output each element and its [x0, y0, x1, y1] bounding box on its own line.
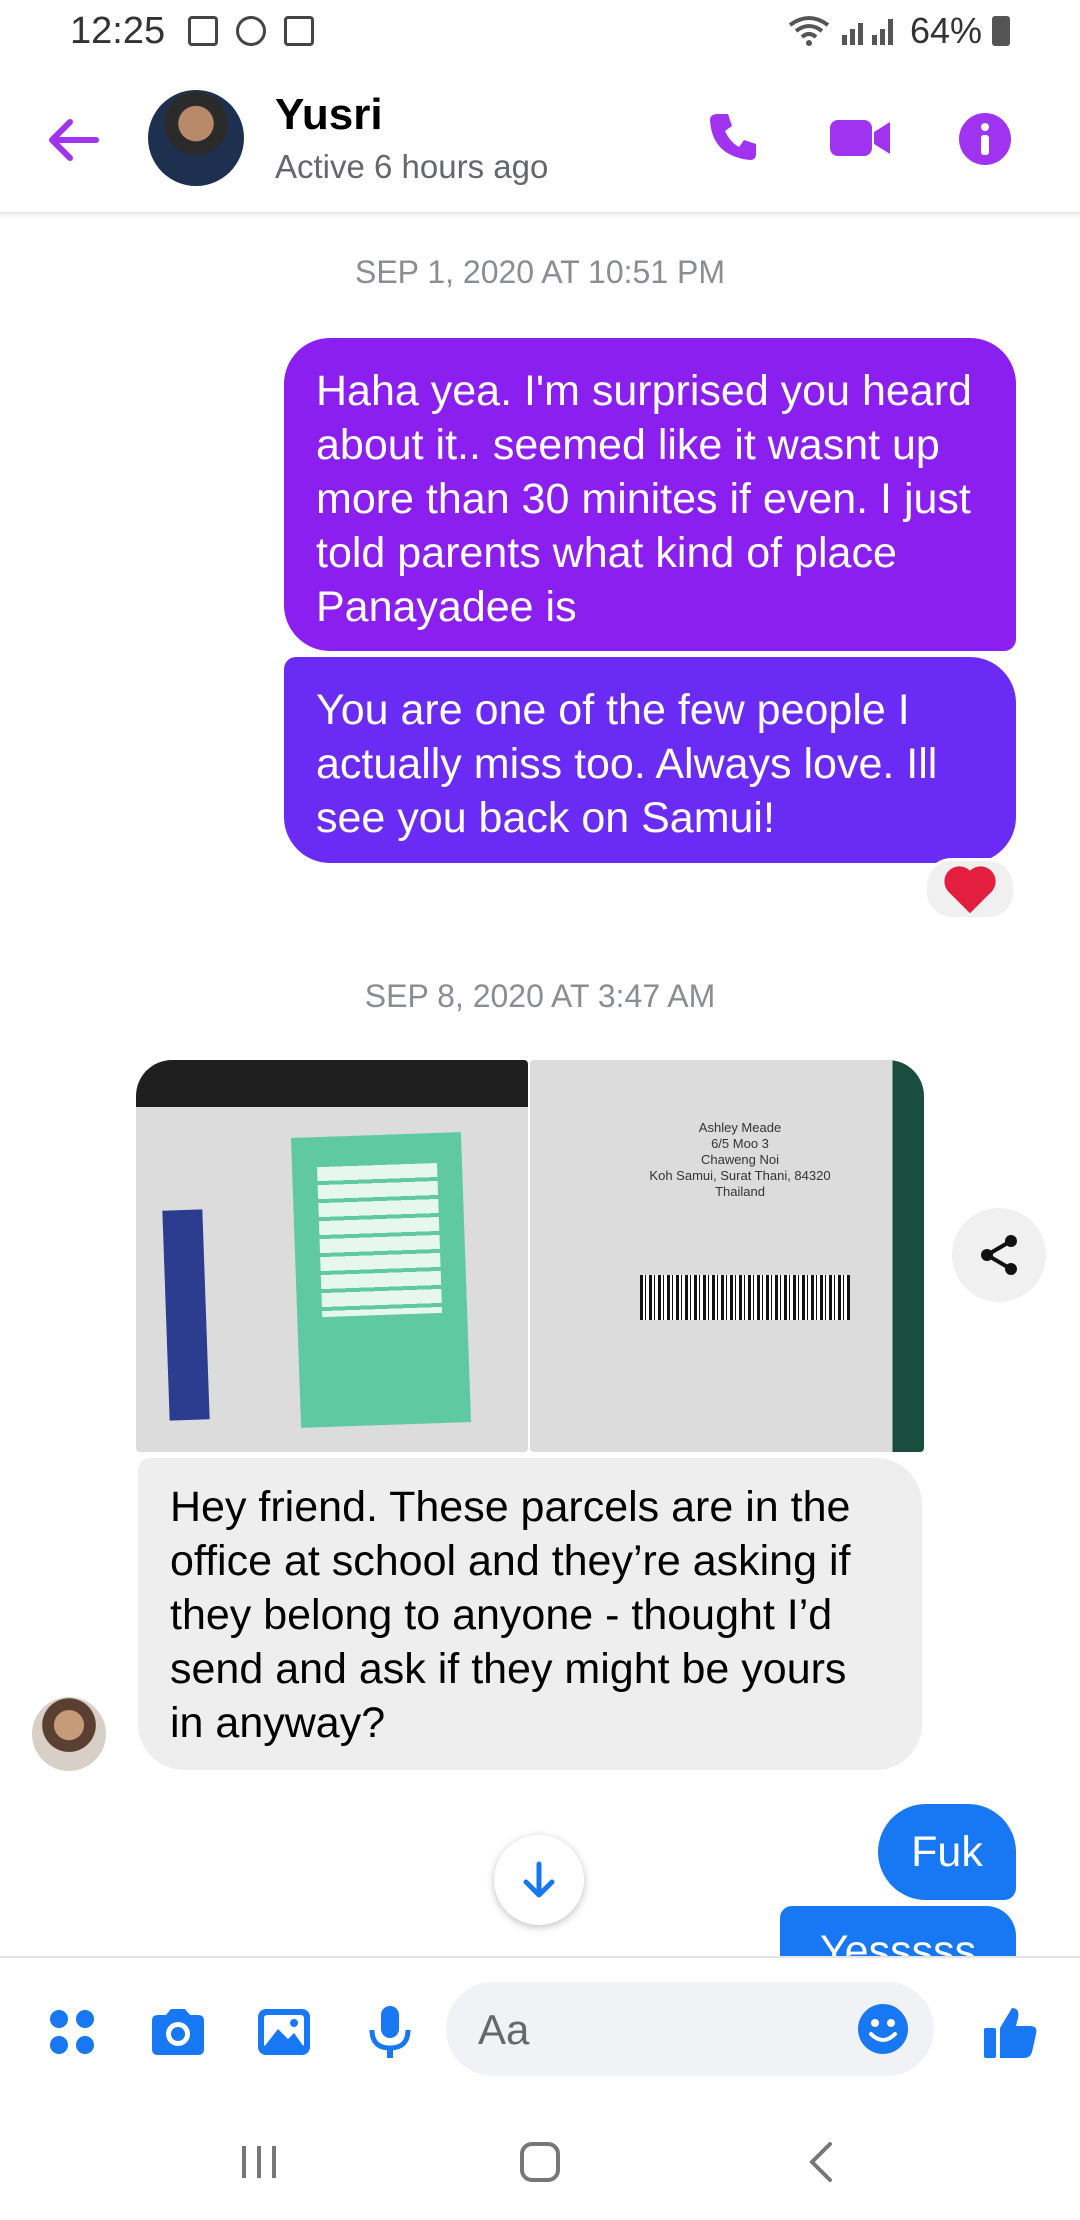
priority-label-graphic [162, 1209, 210, 1421]
arrow-down-icon [523, 1861, 555, 1898]
share-button[interactable] [952, 1208, 1046, 1302]
status-time: 12:25 [70, 10, 166, 52]
heart-icon [948, 870, 992, 914]
four-dots-icon [50, 2010, 94, 2054]
share-icon [981, 1235, 1017, 1275]
sent-message-bubble[interactable]: Fuk [878, 1804, 1016, 1900]
barcode-graphic [640, 1275, 850, 1320]
sender-avatar [32, 1697, 106, 1771]
message-input-placeholder: Aa [478, 2006, 530, 2053]
parcel-address: Ashley Meade 6/5 Moo 3 Chaweng Noi Koh S… [649, 1120, 831, 1199]
back-icon[interactable] [806, 2140, 836, 2184]
contact-active-status: Active 6 hours ago [275, 148, 549, 185]
conversation-header: Yusri Active 6 hours ago [0, 70, 1080, 214]
camera-button[interactable] [148, 2002, 208, 2062]
back-arrow-icon[interactable] [46, 118, 100, 162]
photo-attachment[interactable]: Ashley Meade 6/5 Moo 3 Chaweng Noi Koh S… [530, 1060, 924, 1452]
wifi-icon [788, 16, 830, 46]
customs-form-graphic [290, 1132, 472, 1428]
alarm-notification-icon [284, 16, 314, 46]
gallery-notification-icon [188, 16, 218, 46]
image-icon [258, 2009, 310, 2055]
contact-avatar[interactable] [148, 90, 244, 186]
message-composer: Aa [0, 1956, 1080, 2108]
battery-percent: 64% [909, 10, 982, 51]
home-icon[interactable] [518, 2140, 562, 2184]
system-navigation-bar [0, 2106, 1080, 2220]
signal-icon [841, 19, 893, 45]
message-input[interactable]: Aa [446, 1982, 934, 2076]
sent-message-bubble[interactable]: You are one of the few people I actually… [284, 657, 1016, 863]
timestamp: SEP 1, 2020 AT 10:51 PM [354, 254, 726, 290]
menu-button[interactable] [42, 2002, 102, 2062]
received-message-bubble[interactable]: Hey friend. These parcels are in the off… [138, 1458, 922, 1770]
camera-icon [152, 2009, 204, 2055]
like-button[interactable] [980, 2002, 1040, 2062]
scroll-to-bottom-button[interactable] [494, 1835, 584, 1925]
info-icon[interactable] [958, 112, 1012, 166]
recent-apps-icon[interactable] [238, 2142, 280, 2182]
voice-button[interactable] [360, 2002, 420, 2062]
heart-reaction[interactable] [924, 858, 1016, 920]
video-call-icon[interactable] [828, 116, 892, 160]
contact-name[interactable]: Yusri [275, 90, 383, 140]
phone-call-icon[interactable] [706, 110, 760, 164]
emoji-icon[interactable] [856, 2002, 910, 2056]
timestamp: SEP 8, 2020 AT 3:47 AM [364, 978, 716, 1014]
battery-icon [992, 16, 1010, 46]
account-notification-icon [236, 16, 266, 46]
thumbs-up-icon [984, 2008, 1037, 2058]
status-bar: 12:25 64% [0, 0, 1080, 70]
gallery-button[interactable] [254, 2002, 314, 2062]
photo-attachment[interactable] [136, 1060, 528, 1452]
sent-message-bubble[interactable]: Haha yea. I'm surprised you heard about … [284, 338, 1016, 651]
microphone-icon [369, 2006, 411, 2058]
